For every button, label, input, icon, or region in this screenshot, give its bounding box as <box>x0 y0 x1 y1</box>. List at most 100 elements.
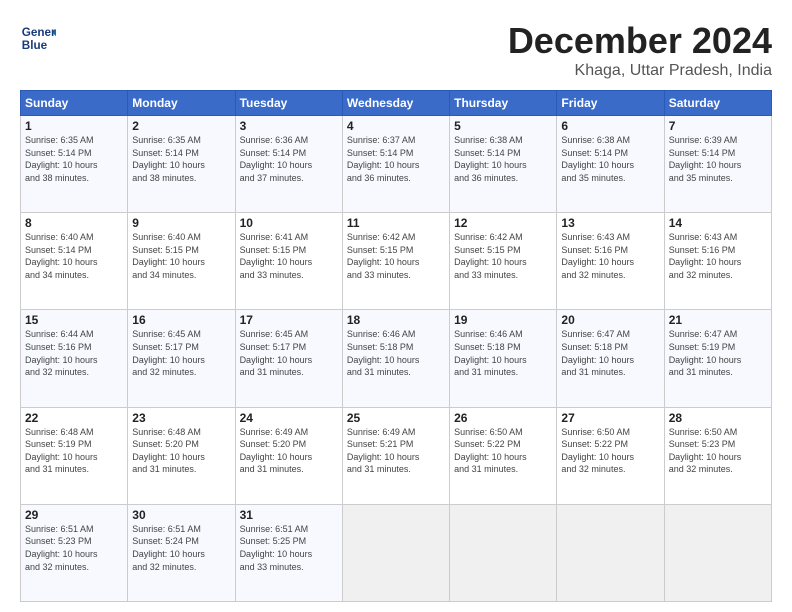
day-info: Sunrise: 6:43 AM Sunset: 5:16 PM Dayligh… <box>561 231 659 281</box>
day-number: 16 <box>132 313 230 327</box>
day-number: 29 <box>25 508 123 522</box>
day-info: Sunrise: 6:38 AM Sunset: 5:14 PM Dayligh… <box>561 134 659 184</box>
calendar-header-wednesday: Wednesday <box>342 91 449 116</box>
page: General Blue December 2024 Khaga, Uttar … <box>0 0 792 612</box>
day-info: Sunrise: 6:37 AM Sunset: 5:14 PM Dayligh… <box>347 134 445 184</box>
calendar-cell: 27Sunrise: 6:50 AM Sunset: 5:22 PM Dayli… <box>557 407 664 504</box>
calendar-cell: 26Sunrise: 6:50 AM Sunset: 5:22 PM Dayli… <box>450 407 557 504</box>
day-number: 30 <box>132 508 230 522</box>
day-number: 5 <box>454 119 552 133</box>
calendar-week-2: 8Sunrise: 6:40 AM Sunset: 5:14 PM Daylig… <box>21 213 772 310</box>
calendar-week-5: 29Sunrise: 6:51 AM Sunset: 5:23 PM Dayli… <box>21 504 772 601</box>
day-number: 6 <box>561 119 659 133</box>
day-number: 31 <box>240 508 338 522</box>
day-info: Sunrise: 6:50 AM Sunset: 5:22 PM Dayligh… <box>454 426 552 476</box>
calendar-cell: 24Sunrise: 6:49 AM Sunset: 5:20 PM Dayli… <box>235 407 342 504</box>
calendar-cell: 25Sunrise: 6:49 AM Sunset: 5:21 PM Dayli… <box>342 407 449 504</box>
svg-text:Blue: Blue <box>22 39 48 52</box>
calendar-cell: 12Sunrise: 6:42 AM Sunset: 5:15 PM Dayli… <box>450 213 557 310</box>
calendar-table: SundayMondayTuesdayWednesdayThursdayFrid… <box>20 90 772 602</box>
day-number: 11 <box>347 216 445 230</box>
day-number: 26 <box>454 411 552 425</box>
day-info: Sunrise: 6:46 AM Sunset: 5:18 PM Dayligh… <box>347 328 445 378</box>
day-number: 27 <box>561 411 659 425</box>
day-info: Sunrise: 6:41 AM Sunset: 5:15 PM Dayligh… <box>240 231 338 281</box>
day-number: 7 <box>669 119 767 133</box>
day-info: Sunrise: 6:43 AM Sunset: 5:16 PM Dayligh… <box>669 231 767 281</box>
day-info: Sunrise: 6:48 AM Sunset: 5:20 PM Dayligh… <box>132 426 230 476</box>
day-number: 2 <box>132 119 230 133</box>
day-info: Sunrise: 6:46 AM Sunset: 5:18 PM Dayligh… <box>454 328 552 378</box>
day-info: Sunrise: 6:38 AM Sunset: 5:14 PM Dayligh… <box>454 134 552 184</box>
calendar-cell: 28Sunrise: 6:50 AM Sunset: 5:23 PM Dayli… <box>664 407 771 504</box>
day-number: 17 <box>240 313 338 327</box>
day-number: 18 <box>347 313 445 327</box>
day-number: 21 <box>669 313 767 327</box>
calendar-cell: 14Sunrise: 6:43 AM Sunset: 5:16 PM Dayli… <box>664 213 771 310</box>
day-number: 20 <box>561 313 659 327</box>
header: General Blue December 2024 Khaga, Uttar … <box>20 20 772 80</box>
calendar-header-row: SundayMondayTuesdayWednesdayThursdayFrid… <box>21 91 772 116</box>
day-info: Sunrise: 6:51 AM Sunset: 5:25 PM Dayligh… <box>240 523 338 573</box>
logo: General Blue <box>20 20 60 56</box>
calendar-cell <box>557 504 664 601</box>
day-info: Sunrise: 6:35 AM Sunset: 5:14 PM Dayligh… <box>25 134 123 184</box>
day-info: Sunrise: 6:40 AM Sunset: 5:15 PM Dayligh… <box>132 231 230 281</box>
calendar-cell: 18Sunrise: 6:46 AM Sunset: 5:18 PM Dayli… <box>342 310 449 407</box>
day-number: 14 <box>669 216 767 230</box>
day-info: Sunrise: 6:51 AM Sunset: 5:23 PM Dayligh… <box>25 523 123 573</box>
day-number: 23 <box>132 411 230 425</box>
day-info: Sunrise: 6:49 AM Sunset: 5:20 PM Dayligh… <box>240 426 338 476</box>
calendar-header-sunday: Sunday <box>21 91 128 116</box>
calendar-week-4: 22Sunrise: 6:48 AM Sunset: 5:19 PM Dayli… <box>21 407 772 504</box>
calendar-cell: 1Sunrise: 6:35 AM Sunset: 5:14 PM Daylig… <box>21 116 128 213</box>
day-number: 4 <box>347 119 445 133</box>
day-info: Sunrise: 6:36 AM Sunset: 5:14 PM Dayligh… <box>240 134 338 184</box>
day-info: Sunrise: 6:35 AM Sunset: 5:14 PM Dayligh… <box>132 134 230 184</box>
calendar-cell: 9Sunrise: 6:40 AM Sunset: 5:15 PM Daylig… <box>128 213 235 310</box>
calendar-cell: 29Sunrise: 6:51 AM Sunset: 5:23 PM Dayli… <box>21 504 128 601</box>
calendar-cell: 21Sunrise: 6:47 AM Sunset: 5:19 PM Dayli… <box>664 310 771 407</box>
calendar-cell: 15Sunrise: 6:44 AM Sunset: 5:16 PM Dayli… <box>21 310 128 407</box>
day-number: 15 <box>25 313 123 327</box>
subtitle: Khaga, Uttar Pradesh, India <box>508 62 772 80</box>
day-info: Sunrise: 6:48 AM Sunset: 5:19 PM Dayligh… <box>25 426 123 476</box>
day-number: 8 <box>25 216 123 230</box>
day-number: 1 <box>25 119 123 133</box>
calendar-cell <box>664 504 771 601</box>
calendar-header-saturday: Saturday <box>664 91 771 116</box>
day-number: 10 <box>240 216 338 230</box>
calendar-cell: 17Sunrise: 6:45 AM Sunset: 5:17 PM Dayli… <box>235 310 342 407</box>
calendar-cell: 13Sunrise: 6:43 AM Sunset: 5:16 PM Dayli… <box>557 213 664 310</box>
main-title: December 2024 <box>508 20 772 62</box>
svg-text:General: General <box>22 26 56 39</box>
day-info: Sunrise: 6:42 AM Sunset: 5:15 PM Dayligh… <box>347 231 445 281</box>
calendar-cell: 22Sunrise: 6:48 AM Sunset: 5:19 PM Dayli… <box>21 407 128 504</box>
day-info: Sunrise: 6:45 AM Sunset: 5:17 PM Dayligh… <box>240 328 338 378</box>
calendar-cell <box>450 504 557 601</box>
generalblue-logo-icon: General Blue <box>20 20 56 56</box>
calendar-week-1: 1Sunrise: 6:35 AM Sunset: 5:14 PM Daylig… <box>21 116 772 213</box>
day-info: Sunrise: 6:50 AM Sunset: 5:22 PM Dayligh… <box>561 426 659 476</box>
day-number: 9 <box>132 216 230 230</box>
day-number: 25 <box>347 411 445 425</box>
calendar-header-thursday: Thursday <box>450 91 557 116</box>
calendar-cell: 11Sunrise: 6:42 AM Sunset: 5:15 PM Dayli… <box>342 213 449 310</box>
calendar-header-friday: Friday <box>557 91 664 116</box>
calendar-cell: 31Sunrise: 6:51 AM Sunset: 5:25 PM Dayli… <box>235 504 342 601</box>
day-number: 19 <box>454 313 552 327</box>
calendar-cell: 10Sunrise: 6:41 AM Sunset: 5:15 PM Dayli… <box>235 213 342 310</box>
title-block: December 2024 Khaga, Uttar Pradesh, Indi… <box>508 20 772 80</box>
day-number: 12 <box>454 216 552 230</box>
day-info: Sunrise: 6:51 AM Sunset: 5:24 PM Dayligh… <box>132 523 230 573</box>
day-info: Sunrise: 6:44 AM Sunset: 5:16 PM Dayligh… <box>25 328 123 378</box>
calendar-cell <box>342 504 449 601</box>
day-info: Sunrise: 6:47 AM Sunset: 5:19 PM Dayligh… <box>669 328 767 378</box>
calendar-header-monday: Monday <box>128 91 235 116</box>
day-number: 28 <box>669 411 767 425</box>
day-info: Sunrise: 6:40 AM Sunset: 5:14 PM Dayligh… <box>25 231 123 281</box>
day-number: 3 <box>240 119 338 133</box>
day-number: 24 <box>240 411 338 425</box>
calendar-cell: 7Sunrise: 6:39 AM Sunset: 5:14 PM Daylig… <box>664 116 771 213</box>
calendar-cell: 4Sunrise: 6:37 AM Sunset: 5:14 PM Daylig… <box>342 116 449 213</box>
